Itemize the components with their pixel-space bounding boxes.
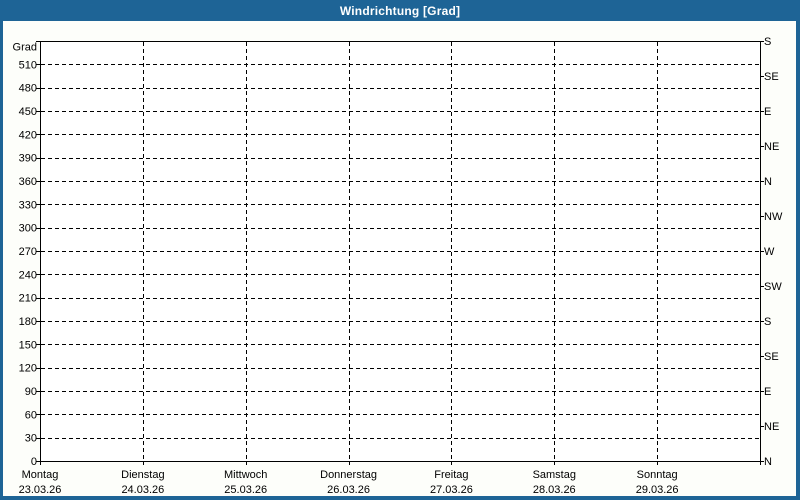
y-axis-label: 390 (19, 153, 37, 165)
y-axis-label: 30 (25, 433, 37, 445)
y-axis-label: 300 (19, 223, 37, 235)
y-axis-label: 120 (19, 363, 37, 375)
date-label: 23.03.26 (19, 484, 62, 496)
date-label: 27.03.26 (430, 484, 473, 496)
compass-label: SE (764, 71, 779, 83)
y-axis-label: 270 (19, 246, 37, 258)
y-axis-label: 90 (25, 386, 37, 398)
date-label: 28.03.26 (533, 484, 576, 496)
weekday-label: Sonntag (637, 469, 678, 481)
weekday-label: Donnerstag (320, 469, 377, 481)
window-title: Windrichtung [Grad] (339, 3, 461, 18)
weekday-label: Dienstag (121, 469, 164, 481)
compass-label: S (764, 316, 771, 328)
compass-label: SW (764, 281, 782, 293)
compass-label: N (764, 456, 772, 468)
y-axis-label: 0 (31, 456, 37, 468)
compass-label: E (764, 386, 771, 398)
y-axis-label: 360 (19, 176, 37, 188)
compass-label: SE (764, 351, 779, 363)
date-label: 26.03.26 (327, 484, 370, 496)
weekday-label: Mittwoch (224, 469, 267, 481)
compass-label: E (764, 106, 771, 118)
y-axis-label: 480 (19, 83, 37, 95)
y-axis-label: 210 (19, 293, 37, 305)
y-axis-title: Grad (13, 42, 37, 54)
date-label: 24.03.26 (121, 484, 164, 496)
compass-label: S (764, 36, 771, 48)
wind-chart-window: 0 30 60 90 120 150 180 210 240 270 300 330 360 390 420… (0, 0, 800, 500)
weekday-label: Samstag (533, 469, 576, 481)
compass-label: NE (764, 141, 779, 153)
title-bar: Windrichtung [Grad] (0, 0, 800, 21)
date-label: 29.03.26 (636, 484, 679, 496)
y-axis-label: 420 (19, 129, 37, 141)
weekday-label: Freitag (434, 469, 468, 481)
y-axis-label: 450 (19, 106, 37, 118)
y-axis-label: 330 (19, 199, 37, 211)
y-axis-label: 180 (19, 316, 37, 328)
date-label: 25.03.26 (224, 484, 267, 496)
wind-direction-chart: 0 30 60 90 120 150 180 210 240 270 300 330 360 390 420… (3, 21, 796, 496)
y-axis-label: 240 (19, 269, 37, 281)
compass-label: NE (764, 421, 779, 433)
y-axis-label: 60 (25, 409, 37, 421)
y-axis-label: 510 (19, 59, 37, 71)
compass-label: N (764, 176, 772, 188)
compass-label: NW (764, 211, 783, 223)
y-axis-label: 150 (19, 339, 37, 351)
weekday-label: Montag (22, 469, 59, 481)
compass-label: W (764, 246, 775, 258)
